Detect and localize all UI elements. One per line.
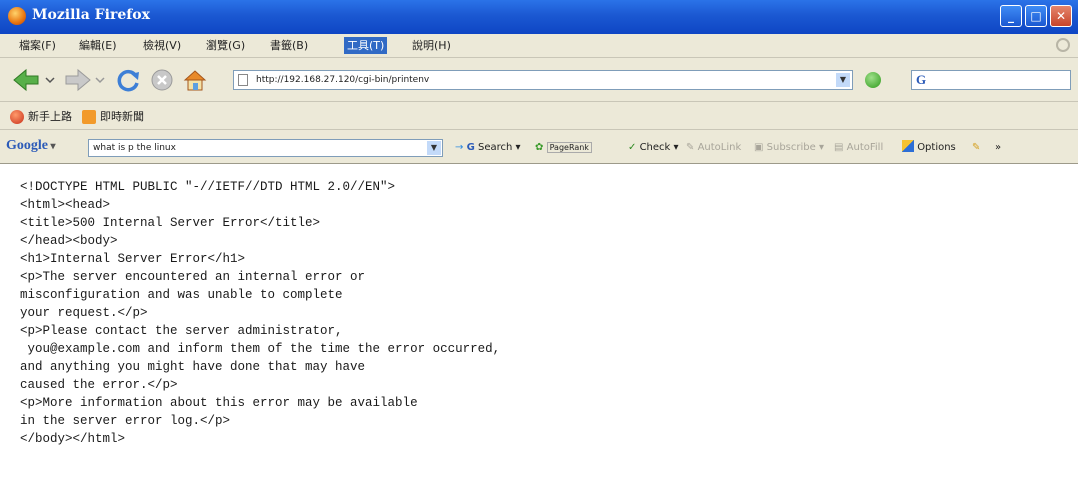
autofill-button[interactable]: ▤ AutoFill — [834, 140, 883, 156]
pagerank-button[interactable]: ✿ PageRank — [535, 140, 592, 156]
subscribe-icon: ▣ — [754, 142, 764, 153]
reload-icon — [117, 69, 139, 92]
options-label: Options — [917, 142, 956, 153]
stop-button[interactable] — [150, 68, 174, 92]
bookmark-label: 即時新聞 — [100, 110, 144, 123]
subscribe-button[interactable]: ▣ Subscribe ▾ — [754, 140, 824, 156]
menu-view[interactable]: 檢視(V) — [140, 37, 184, 54]
pagerank-icon: ✿ — [535, 142, 544, 153]
autolink-label: AutoLink — [697, 142, 742, 153]
minimize-button[interactable]: _ — [1000, 5, 1022, 27]
bookmark-label: 新手上路 — [28, 110, 72, 123]
search-engine-icon[interactable]: G — [916, 72, 926, 88]
spell-check-button[interactable]: ✓ Check ▾ — [628, 140, 679, 156]
google-search-value: what is p the linux — [93, 143, 176, 153]
menu-bar: 檔案(F) 編輯(E) 檢視(V) 瀏覽(G) 書籤(B) 工具(T) 說明(H… — [0, 34, 1078, 58]
google-search-button[interactable]: → G Search ▾ — [455, 140, 521, 156]
close-button[interactable]: ✕ — [1050, 5, 1072, 27]
go-icon[interactable] — [865, 72, 881, 88]
url-dropdown-icon[interactable]: ▼ — [836, 73, 850, 87]
google-search-label: Search — [477, 142, 513, 153]
page-content: <!DOCTYPE HTML PUBLIC "-//IETF//DTD HTML… — [0, 164, 1078, 493]
window-title: Mozilla Firefox — [32, 7, 150, 23]
options-icon — [902, 140, 914, 152]
check-label: Check — [639, 142, 671, 153]
google-logo-text: Google — [6, 138, 48, 153]
url-text: http://192.168.27.120/cgi-bin/printenv — [256, 75, 430, 85]
more-button[interactable]: » — [995, 140, 1001, 156]
title-bar: Mozilla Firefox _ □ ✕ — [0, 0, 1078, 34]
page-source-text: <!DOCTYPE HTML PUBLIC "-//IETF//DTD HTML… — [20, 180, 501, 446]
autofill-label: AutoFill — [846, 142, 884, 153]
google-search-dropdown-icon[interactable]: ▼ — [427, 141, 441, 155]
bookmark-latest-news[interactable]: 即時新聞 — [82, 109, 144, 125]
highlighter-icon[interactable]: ✎ — [972, 140, 980, 156]
page-icon — [238, 74, 248, 86]
google-search-input[interactable]: what is p the linux ▼ — [88, 139, 443, 157]
menu-go[interactable]: 瀏覽(G) — [203, 37, 248, 54]
maximize-button[interactable]: □ — [1025, 5, 1047, 27]
check-icon: ✓ — [628, 142, 637, 153]
home-button[interactable] — [182, 68, 208, 92]
navigation-toolbar: http://192.168.27.120/cgi-bin/printenv ▼… — [0, 58, 1078, 102]
minimize-icon: _ — [1008, 9, 1014, 23]
pagerank-label: PageRank — [546, 142, 592, 153]
forward-button[interactable] — [64, 68, 108, 92]
throbber-icon — [1056, 38, 1070, 52]
menu-help[interactable]: 說明(H) — [409, 37, 454, 54]
reload-button[interactable] — [116, 68, 142, 92]
autolink-button[interactable]: ✎ AutoLink — [686, 140, 741, 156]
google-g-icon: G — [466, 142, 475, 153]
google-toolbar: Google ▾ what is p the linux ▼ → G Searc… — [0, 130, 1078, 164]
firefox-icon — [10, 110, 24, 124]
search-input[interactable]: G — [911, 70, 1071, 90]
back-button[interactable] — [12, 68, 58, 92]
options-button[interactable]: Options — [902, 140, 956, 156]
google-logo[interactable]: Google ▾ — [6, 138, 56, 154]
forward-icon — [65, 68, 91, 92]
rss-icon — [82, 110, 96, 124]
subscribe-label: Subscribe — [766, 142, 816, 153]
bookmarks-toolbar: 新手上路 即時新聞 — [0, 102, 1078, 130]
search-icon: → — [455, 142, 467, 153]
menu-file[interactable]: 檔案(F) — [16, 37, 59, 54]
autolink-icon: ✎ — [686, 142, 695, 153]
menu-tools[interactable]: 工具(T) — [344, 37, 388, 54]
firefox-icon — [8, 7, 26, 25]
close-icon: ✕ — [1055, 9, 1067, 23]
menu-bookmarks[interactable]: 書籤(B) — [267, 37, 311, 54]
maximize-icon: □ — [1030, 9, 1042, 23]
bookmark-getting-started[interactable]: 新手上路 — [10, 109, 72, 125]
home-icon — [183, 70, 207, 91]
menu-edit[interactable]: 編輯(E) — [76, 37, 120, 54]
url-bar[interactable]: http://192.168.27.120/cgi-bin/printenv ▼ — [233, 70, 853, 90]
stop-icon — [151, 69, 173, 91]
back-icon — [13, 68, 39, 92]
autofill-icon: ▤ — [834, 142, 844, 153]
